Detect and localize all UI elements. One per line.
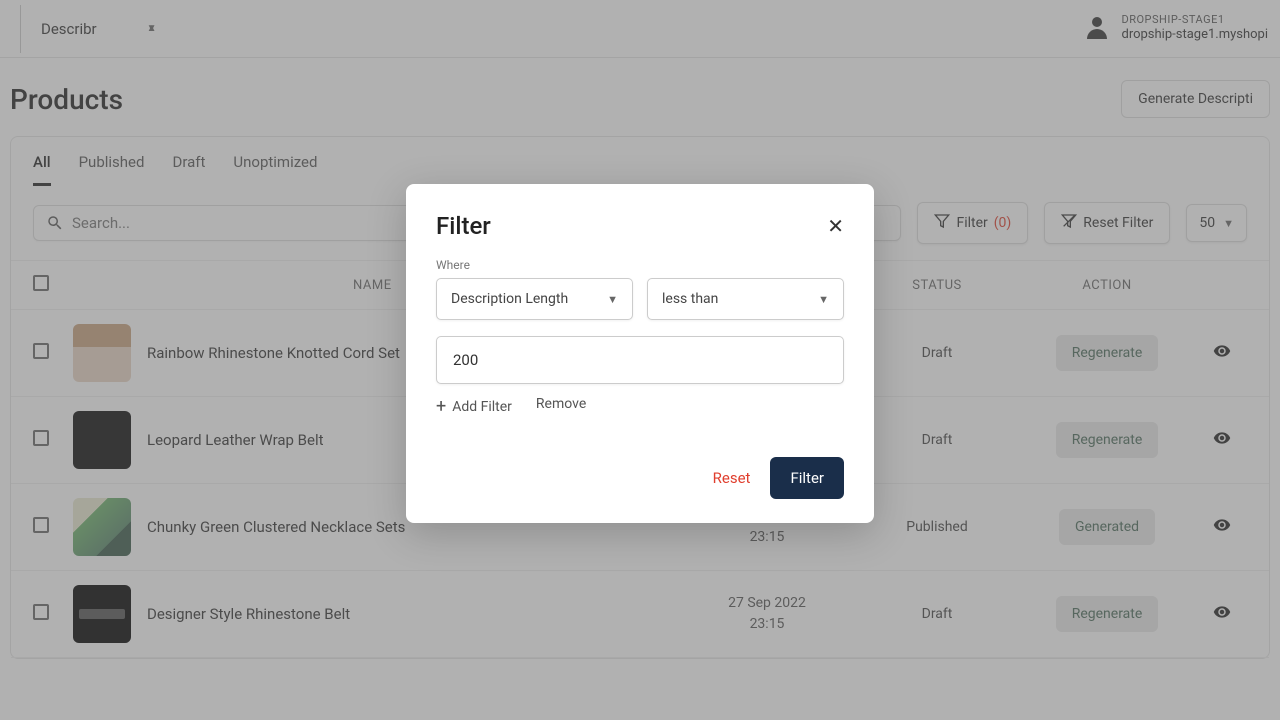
add-filter-label: Add Filter (452, 399, 512, 415)
close-icon[interactable]: ✕ (827, 214, 844, 238)
reset-button[interactable]: Reset (713, 469, 751, 487)
modal-title: Filter (436, 212, 491, 240)
plus-icon: + (436, 396, 446, 417)
field-select-value: Description Length (451, 291, 568, 307)
apply-filter-button[interactable]: Filter (770, 457, 844, 499)
operator-select-value: less than (662, 291, 718, 307)
field-select[interactable]: Description Length ▼ (436, 278, 633, 320)
modal-overlay[interactable]: Filter ✕ Where Description Length ▼ less… (0, 0, 1280, 720)
chevron-down-icon: ▼ (607, 293, 618, 306)
remove-filter-button[interactable]: Remove (536, 396, 586, 417)
filter-value-input[interactable] (436, 336, 844, 384)
operator-select[interactable]: less than ▼ (647, 278, 844, 320)
add-filter-button[interactable]: + Add Filter (436, 396, 512, 417)
where-label: Where (436, 258, 844, 272)
chevron-down-icon: ▼ (818, 293, 829, 306)
filter-modal: Filter ✕ Where Description Length ▼ less… (406, 184, 874, 523)
